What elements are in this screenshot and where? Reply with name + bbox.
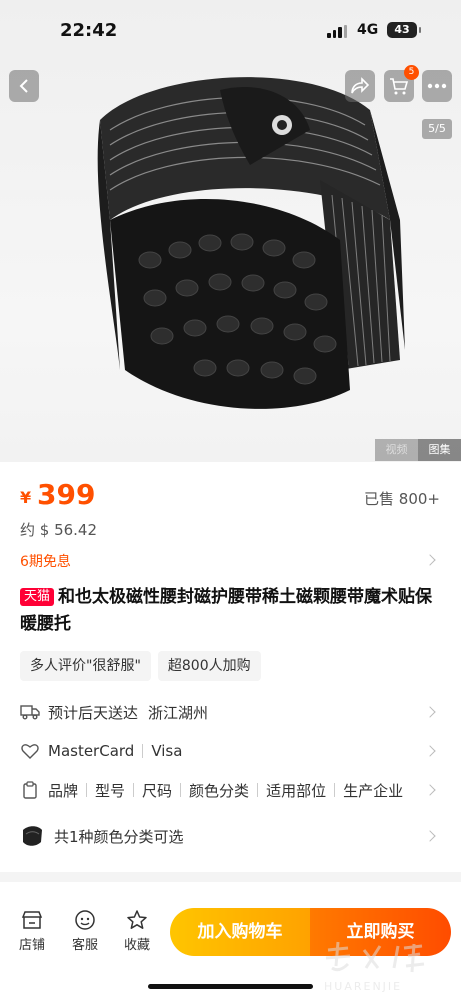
- add-to-cart-button[interactable]: 加入购物车: [170, 908, 310, 956]
- cart-count-tag[interactable]: 超800人加购: [157, 651, 261, 681]
- spec-model: 型号: [95, 781, 126, 800]
- service-label: 客服: [71, 938, 98, 953]
- price-value: 399: [37, 478, 96, 511]
- back-button[interactable]: [9, 70, 39, 102]
- price-row: ¥ 399 已售 800+: [20, 478, 440, 514]
- specs-chevron-icon: [424, 784, 436, 796]
- network-type: 4G: [357, 22, 379, 38]
- image-page-counter: 5/5: [422, 119, 452, 139]
- product-title-text: 和也太极磁性腰封磁护腰带稀土磁颗腰带魔术贴保暖腰托: [20, 587, 433, 634]
- favorite-button[interactable]: 收藏: [117, 908, 157, 953]
- cart-button[interactable]: 5: [384, 65, 419, 102]
- more-button[interactable]: [422, 70, 452, 102]
- product-title: 天猫 和也太极磁性腰封磁护腰带稀土磁颗腰带魔术贴保暖腰托: [20, 584, 440, 638]
- tab-video[interactable]: 视频: [375, 439, 418, 461]
- media-tabs: 视频 图集: [375, 439, 461, 461]
- store-icon: [12, 908, 52, 932]
- home-indicator: [148, 984, 313, 989]
- spec-manufacturer: 生产企业: [343, 781, 404, 800]
- review-tags: 多人评价"很舒服" 超800人加购: [20, 651, 261, 681]
- payment-chevron-icon: [424, 745, 436, 757]
- specs-row[interactable]: 品牌 型号 尺码 颜色分类 适用部位 生产企业: [20, 775, 440, 805]
- battery-icon: 43: [387, 22, 421, 38]
- favorite-label: 收藏: [123, 938, 150, 953]
- installment-chevron-icon[interactable]: [424, 554, 436, 566]
- clipboard-icon: [20, 780, 40, 800]
- svg-text:HUARENJIE: HUARENJIE: [324, 980, 402, 993]
- product-gallery[interactable]: 5 5/5 视频 图集: [0, 0, 461, 462]
- star-icon: [117, 908, 157, 932]
- variant-chevron-icon: [424, 830, 436, 842]
- sold-count: 已售 800+: [364, 490, 440, 508]
- cart-count-badge: 5: [404, 65, 419, 80]
- service-button[interactable]: 客服: [65, 908, 105, 953]
- more-dots-icon: [427, 83, 447, 89]
- clock: 22:42: [60, 20, 118, 41]
- variant-thumbnail: [20, 826, 44, 846]
- spec-body-part: 适用部位: [266, 781, 327, 800]
- heart-icon: [20, 741, 40, 761]
- share-icon: [351, 77, 370, 94]
- watermark-logo: HUARENJIE: [324, 941, 425, 993]
- tmall-badge: 天猫: [20, 588, 55, 606]
- spec-brand: 品牌: [48, 781, 79, 800]
- chevron-left-icon: [19, 79, 28, 93]
- payment-row[interactable]: MasterCard Visa: [20, 736, 440, 766]
- delivery-estimate: 预计后天送达: [48, 703, 139, 722]
- payment-visa: Visa: [151, 742, 183, 760]
- cart-icon: [390, 78, 409, 95]
- store-label: 店铺: [18, 938, 45, 953]
- status-bar: 22:42 4G 43: [0, 0, 461, 62]
- spec-size: 尺码: [142, 781, 173, 800]
- review-tag[interactable]: 多人评价"很舒服": [20, 651, 151, 681]
- store-button[interactable]: 店铺: [12, 908, 52, 953]
- section-divider: [0, 872, 461, 882]
- variant-count-label: 共1种颜色分类可选: [54, 827, 184, 846]
- currency-symbol: ¥: [20, 488, 32, 507]
- usd-price: 约 $ 56.42: [20, 521, 98, 539]
- truck-icon: [20, 702, 40, 722]
- variant-row[interactable]: 共1种颜色分类可选: [20, 821, 440, 851]
- payment-mastercard: MasterCard: [48, 742, 135, 760]
- customer-service-icon: [65, 908, 105, 932]
- installment-label[interactable]: 6期免息: [20, 551, 71, 571]
- signal-icon: [327, 25, 347, 38]
- delivery-row[interactable]: 预计后天送达 浙江湖州: [20, 697, 440, 727]
- delivery-location: 浙江湖州: [148, 703, 209, 722]
- tab-gallery[interactable]: 图集: [418, 439, 461, 461]
- delivery-chevron-icon: [424, 706, 436, 718]
- spec-color: 颜色分类: [189, 781, 250, 800]
- share-button[interactable]: [345, 70, 375, 102]
- product-image[interactable]: [70, 70, 410, 440]
